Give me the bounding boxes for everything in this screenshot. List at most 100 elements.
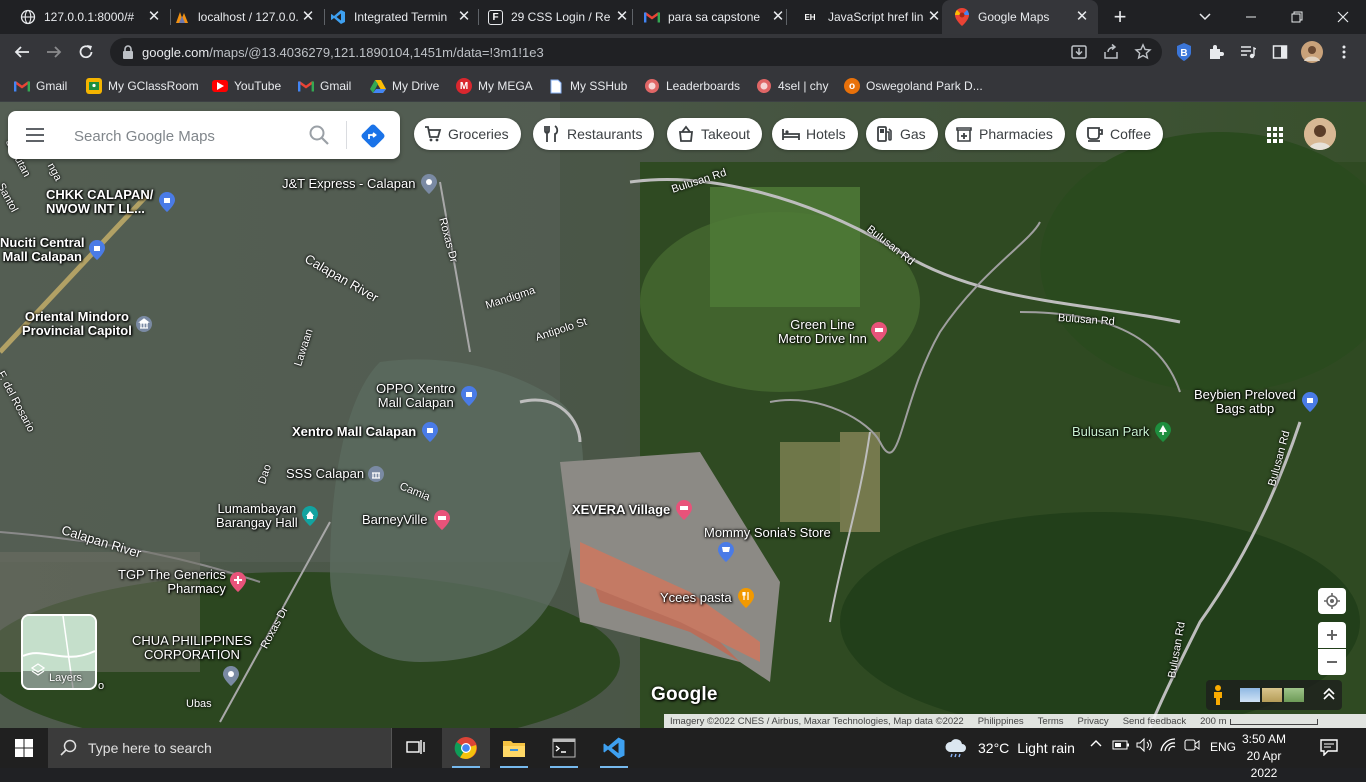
volume-icon[interactable] bbox=[1136, 737, 1154, 755]
side-panel-icon[interactable] bbox=[1268, 40, 1292, 64]
poi-beybien-preloved[interactable]: Beybien Preloved Bags atbp bbox=[1194, 388, 1318, 416]
poi-green-line-drive-inn[interactable]: Green Line Metro Drive Inn bbox=[778, 318, 887, 346]
taskbar-file-explorer[interactable] bbox=[490, 728, 538, 768]
meet-now-icon[interactable] bbox=[1184, 738, 1200, 755]
poi-xentro-mall[interactable]: Xentro Mall Calapan bbox=[292, 422, 439, 442]
close-window-button[interactable] bbox=[1320, 0, 1366, 34]
poi-nuciti-central-mall[interactable]: Nuciti Central Mall Calapan bbox=[0, 236, 105, 264]
poi-oppo-xentro[interactable]: OPPO Xentro Mall Calapan bbox=[376, 382, 478, 410]
poi-jnt-express[interactable]: J&T Express - Calapan bbox=[282, 174, 438, 194]
bookmark-leaderboards[interactable]: Leaderboards bbox=[644, 76, 740, 96]
minimize-button[interactable] bbox=[1228, 0, 1274, 34]
bookmark-my-mega[interactable]: M My MEGA bbox=[456, 76, 533, 96]
hamburger-menu-icon[interactable] bbox=[24, 125, 46, 145]
poi-chua-philippines[interactable]: CHUA PHILIPPINES CORPORATION bbox=[132, 634, 252, 662]
tab-127-0-0-1[interactable]: 127.0.0.1:8000/# ✕ bbox=[8, 0, 170, 34]
install-app-icon[interactable] bbox=[1070, 43, 1088, 66]
forward-button[interactable] bbox=[42, 40, 66, 64]
reload-button[interactable] bbox=[74, 40, 98, 64]
address-bar[interactable]: google.com/maps/@13.4036279,121.1890104,… bbox=[110, 38, 1162, 66]
taskbar-terminal[interactable] bbox=[540, 728, 588, 768]
poi-bulusan-park[interactable]: Bulusan Park bbox=[1072, 422, 1172, 442]
task-view-button[interactable] bbox=[392, 728, 440, 768]
search-icon[interactable] bbox=[308, 124, 330, 151]
system-clock[interactable]: 3:50 AM 20 Apr 2022 bbox=[1232, 731, 1296, 782]
taskbar-vscode[interactable] bbox=[590, 728, 638, 768]
tab-integrated-terminal[interactable]: Integrated Termin ✕ bbox=[318, 0, 480, 34]
chip-pharmacies[interactable]: Pharmacies bbox=[945, 118, 1065, 150]
taskbar-search[interactable]: Type here to search bbox=[48, 728, 392, 768]
chip-coffee[interactable]: Coffee bbox=[1076, 118, 1163, 150]
bookmark-star-icon[interactable] bbox=[1134, 43, 1152, 66]
tab-para-sa-capstone[interactable]: para sa capstone ✕ bbox=[632, 0, 794, 34]
tab-localhost[interactable]: localhost / 127.0.0. ✕ bbox=[162, 0, 324, 34]
bookmark-youtube[interactable]: YouTube bbox=[212, 76, 281, 96]
chip-groceries[interactable]: Groceries bbox=[414, 118, 521, 150]
chip-hotels[interactable]: Hotels bbox=[772, 118, 858, 150]
taskbar-chrome[interactable] bbox=[442, 728, 490, 768]
battery-icon[interactable] bbox=[1112, 738, 1130, 755]
bookmark-gmail[interactable]: Gmail bbox=[14, 76, 67, 96]
chip-gas[interactable]: Gas bbox=[866, 118, 938, 150]
account-avatar[interactable] bbox=[1304, 118, 1336, 150]
imagery-thumbnail[interactable] bbox=[1262, 688, 1282, 702]
wifi-icon[interactable] bbox=[1160, 738, 1176, 755]
search-input[interactable] bbox=[72, 125, 296, 147]
scale-label[interactable]: 200 m bbox=[1200, 716, 1226, 727]
share-icon[interactable] bbox=[1102, 43, 1120, 66]
poi-barneyville[interactable]: BarneyVille bbox=[362, 510, 450, 530]
new-tab-button[interactable]: + bbox=[1108, 5, 1132, 29]
privacy-link[interactable]: Privacy bbox=[1078, 716, 1109, 727]
poi-lumambayan-hall[interactable]: Lumambayan Barangay Hall bbox=[216, 502, 318, 530]
weather-widget[interactable]: 32°C Light rain bbox=[944, 728, 1075, 768]
bookmark-my-drive[interactable]: My Drive bbox=[370, 76, 439, 96]
close-icon[interactable]: ✕ bbox=[300, 9, 316, 25]
poi-tgp-pharmacy[interactable]: TGP The Generics Pharmacy bbox=[118, 568, 246, 596]
tab-css-login[interactable]: F 29 CSS Login / Re ✕ bbox=[476, 0, 638, 34]
chip-restaurants[interactable]: Restaurants bbox=[533, 118, 655, 150]
poi-sss-calapan[interactable]: SSS Calapan bbox=[286, 464, 385, 484]
media-queue-icon[interactable] bbox=[1236, 40, 1260, 64]
close-icon[interactable]: ✕ bbox=[456, 9, 472, 25]
imagery-thumbnail[interactable] bbox=[1240, 688, 1260, 702]
tab-google-maps[interactable]: Google Maps ✕ bbox=[942, 0, 1098, 34]
close-icon[interactable]: ✕ bbox=[1074, 9, 1090, 25]
terms-link[interactable]: Terms bbox=[1038, 716, 1064, 727]
my-location-button[interactable] bbox=[1318, 588, 1346, 614]
directions-icon[interactable] bbox=[360, 123, 386, 154]
close-icon[interactable]: ✕ bbox=[770, 9, 786, 25]
imagery-thumbnail[interactable] bbox=[1284, 688, 1304, 702]
extension-b-icon[interactable]: B bbox=[1172, 40, 1196, 64]
close-icon[interactable]: ✕ bbox=[614, 9, 630, 25]
close-icon[interactable]: ✕ bbox=[146, 9, 162, 25]
bookmark-my-gclassroom[interactable]: My GClassRoom bbox=[86, 76, 199, 96]
location-pin-icon[interactable] bbox=[223, 666, 239, 686]
profile-avatar[interactable] bbox=[1300, 40, 1324, 64]
map-canvas[interactable]: Bulusan Rd Bulusan Rd Bulusan Rd Bulusan… bbox=[0, 102, 1366, 728]
bookmark-4sel-chy[interactable]: 4sel | chy bbox=[756, 76, 828, 96]
poi-mommy-sonias-store[interactable]: Mommy Sonia's Store bbox=[704, 526, 831, 540]
pegman-icon[interactable] bbox=[1210, 684, 1226, 711]
bookmark-oswegoland[interactable]: o Oswegoland Park D... bbox=[844, 76, 983, 96]
close-icon[interactable]: ✕ bbox=[926, 9, 942, 25]
tab-javascript-href[interactable]: EH JavaScript href lin ✕ bbox=[788, 0, 950, 34]
layers-button[interactable]: Layers bbox=[21, 614, 97, 690]
poi-oriental-mindoro-capitol[interactable]: Oriental Mindoro Provincial Capitol bbox=[22, 310, 152, 338]
country-link[interactable]: Philippines bbox=[978, 716, 1024, 727]
more-menu-icon[interactable] bbox=[1332, 40, 1356, 64]
shopping-cart-pin-icon[interactable] bbox=[718, 542, 734, 562]
poi-ycees-pasta[interactable]: Ycees pasta bbox=[660, 588, 754, 608]
tab-search-icon[interactable] bbox=[1196, 6, 1214, 26]
send-feedback-link[interactable]: Send feedback bbox=[1123, 716, 1186, 727]
restore-button[interactable] bbox=[1274, 0, 1320, 34]
poi-chkk-calapan[interactable]: CHKK CALAPAN/ NWOW INT LL... bbox=[46, 188, 176, 216]
chevron-up-icon[interactable] bbox=[1090, 738, 1102, 753]
bookmark-my-sshub[interactable]: My SSHub bbox=[548, 76, 627, 96]
poi-xevera-village[interactable]: XEVERA Village bbox=[572, 500, 693, 520]
expand-chevron-icon[interactable] bbox=[1322, 686, 1336, 707]
back-button[interactable] bbox=[10, 40, 34, 64]
bookmark-gmail-2[interactable]: Gmail bbox=[298, 76, 351, 96]
google-apps-grid-icon[interactable] bbox=[1266, 126, 1284, 144]
notification-center-icon[interactable] bbox=[1320, 738, 1338, 761]
lock-icon[interactable] bbox=[122, 45, 134, 64]
